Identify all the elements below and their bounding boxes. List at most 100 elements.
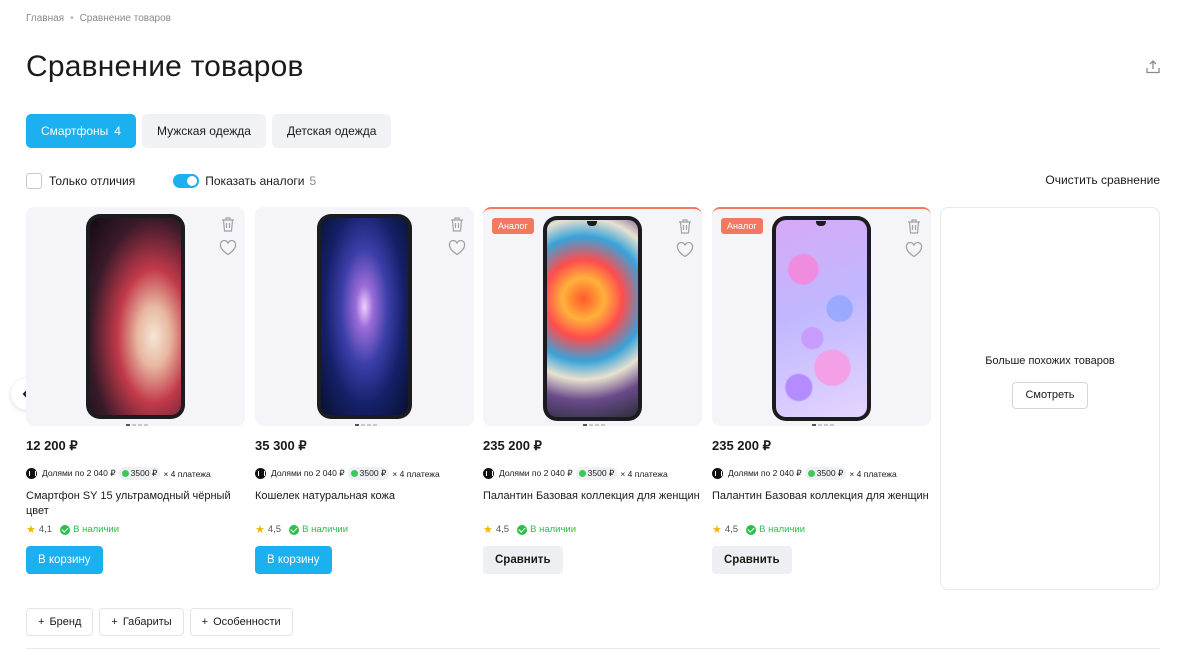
image-pagination [812,424,834,426]
only-differences-label: Только отличия [49,174,136,188]
product-meta: ★ 4,1 В наличии [26,523,245,536]
show-analogs-toggle[interactable] [173,174,200,188]
stock-status: В наличии [73,524,120,535]
chip-label: Особенности [213,616,281,628]
image-pagination [355,424,377,426]
plus-icon: + [111,616,118,628]
share-icon [1146,60,1160,74]
star-icon: ★ [483,524,493,536]
installment-info: Долями по 2 040 ₽ 3500 ₽ × 4 платежа [26,467,245,480]
installment-text: Долями по 2 040 ₽ [271,468,345,478]
view-more-button[interactable]: Смотреть [1012,381,1088,409]
installment-suffix: × 4 платежа [849,468,897,479]
product-image[interactable]: Аналог [483,207,702,426]
tab-label: Смартфоны [41,124,109,138]
product-name[interactable]: Кошелек натуральная кожа [255,489,395,519]
product-meta: ★ 4,5 В наличии [483,523,702,536]
phone-image [317,214,412,419]
heart-icon[interactable] [219,240,237,256]
compare-button[interactable]: Сравнить [712,546,792,574]
category-tabs: Смартфоны 4 Мужская одежда Детская одежд… [26,114,392,148]
product-rating: 4,5 [495,524,510,535]
star-icon: ★ [712,524,722,536]
product-price: 235 200 ₽ [483,438,542,453]
trash-icon[interactable] [677,218,693,235]
plus-icon: + [201,616,209,628]
tab-smartphones[interactable]: Смартфоны 4 [26,114,136,148]
product-image[interactable] [255,207,474,426]
phone-image [772,216,871,421]
product-rating: 4,1 [38,524,53,535]
tab-kids-clothing[interactable]: Детская одежда [271,114,392,148]
stock-status: В наличии [759,524,806,535]
installment-pill: 3500 ₽ [347,467,390,480]
spec-groups: + Бренд + Габариты + Особенности [26,608,293,636]
product-rating: 4,5 [267,524,282,535]
trash-icon[interactable] [220,216,236,233]
product-price: 12 200 ₽ [26,438,78,453]
dolyami-icon [26,468,37,479]
compare-button[interactable]: Сравнить [483,546,563,574]
trash-icon[interactable] [449,216,465,233]
product-meta: ★ 4,5 В наличии [255,523,474,536]
product-name[interactable]: Палантин Базовая коллекция для женщин [712,489,931,519]
chip-label: Бренд [49,616,82,628]
add-to-cart-button[interactable]: В корзину [255,546,332,574]
tab-label: Детская одежда [286,124,377,138]
dolyami-icon [483,468,494,479]
installment-pill: 3500 ₽ [118,467,161,480]
tab-label: Мужская одежда [156,124,251,138]
stock-status: В наличии [302,524,349,535]
chip-brand[interactable]: + Бренд [26,608,94,636]
page-title: Сравнение товаров [26,50,304,83]
filters-bar: Только отличия Показать аналоги 5 Очисти… [26,172,1160,190]
clear-comparison-link[interactable]: Очистить сравнение [1045,173,1160,187]
product-card: 12 200 ₽ Долями по 2 040 ₽ 3500 ₽ × 4 пл… [26,207,245,574]
add-to-cart-button[interactable]: В корзину [26,546,103,574]
chip-dimensions[interactable]: + Габариты [99,608,184,636]
product-rating: 4,5 [724,524,739,535]
only-differences-checkbox[interactable] [26,173,42,189]
installment-info: Долями по 2 040 ₽ 3500 ₽ × 4 платежа [255,467,474,480]
product-price: 35 300 ₽ [255,438,307,453]
show-analogs-label: Показать аналоги [205,174,305,188]
trash-icon[interactable] [906,218,922,235]
installment-pill: 3500 ₽ [575,467,618,480]
product-card: Аналог 235 200 ₽ Долями по 2 040 ₽ 3500 … [712,207,931,574]
installment-text: Долями по 2 040 ₽ [499,468,573,478]
analog-badge: Аналог [721,218,763,234]
breadcrumb-home[interactable]: Главная [26,13,64,24]
image-pagination [126,424,148,426]
product-image[interactable]: Аналог [712,207,931,426]
installment-info: Долями по 2 040 ₽ 3500 ₽ × 4 платежа [712,467,931,480]
product-meta: ★ 4,5 В наличии [712,523,931,536]
tab-mens-clothing[interactable]: Мужская одежда [141,114,266,148]
installment-suffix: × 4 платежа [163,468,211,479]
stock-status: В наличии [530,524,577,535]
installment-suffix: × 4 платежа [392,468,440,479]
breadcrumb-current: Сравнение товаров [79,13,171,24]
heart-icon[interactable] [676,242,694,258]
chip-label: Габариты [122,616,172,628]
product-name[interactable]: Палантин Базовая коллекция для женщин [483,489,702,519]
dolyami-icon [712,468,723,479]
heart-icon[interactable] [448,240,466,256]
chip-features[interactable]: + Особенности [189,608,293,636]
analogs-count: 5 [309,174,317,188]
image-pagination [583,424,605,426]
share-button[interactable] [1142,56,1164,78]
tab-count: 4 [114,124,121,138]
breadcrumb-separator: • [70,13,74,24]
star-icon: ★ [26,524,36,536]
phone-image [86,214,185,419]
plus-icon: + [38,616,45,628]
heart-icon[interactable] [905,242,923,258]
analog-badge: Аналог [492,218,534,234]
star-icon: ★ [255,524,265,536]
product-price: 235 200 ₽ [712,438,771,453]
product-name[interactable]: Смартфон SY 15 ультрамодный чёрный цвет [26,489,245,519]
product-image[interactable] [26,207,245,426]
installment-pill: 3500 ₽ [804,467,847,480]
installment-text: Долями по 2 040 ₽ [42,468,116,478]
product-card: 35 300 ₽ Долями по 2 040 ₽ 3500 ₽ × 4 пл… [255,207,474,574]
